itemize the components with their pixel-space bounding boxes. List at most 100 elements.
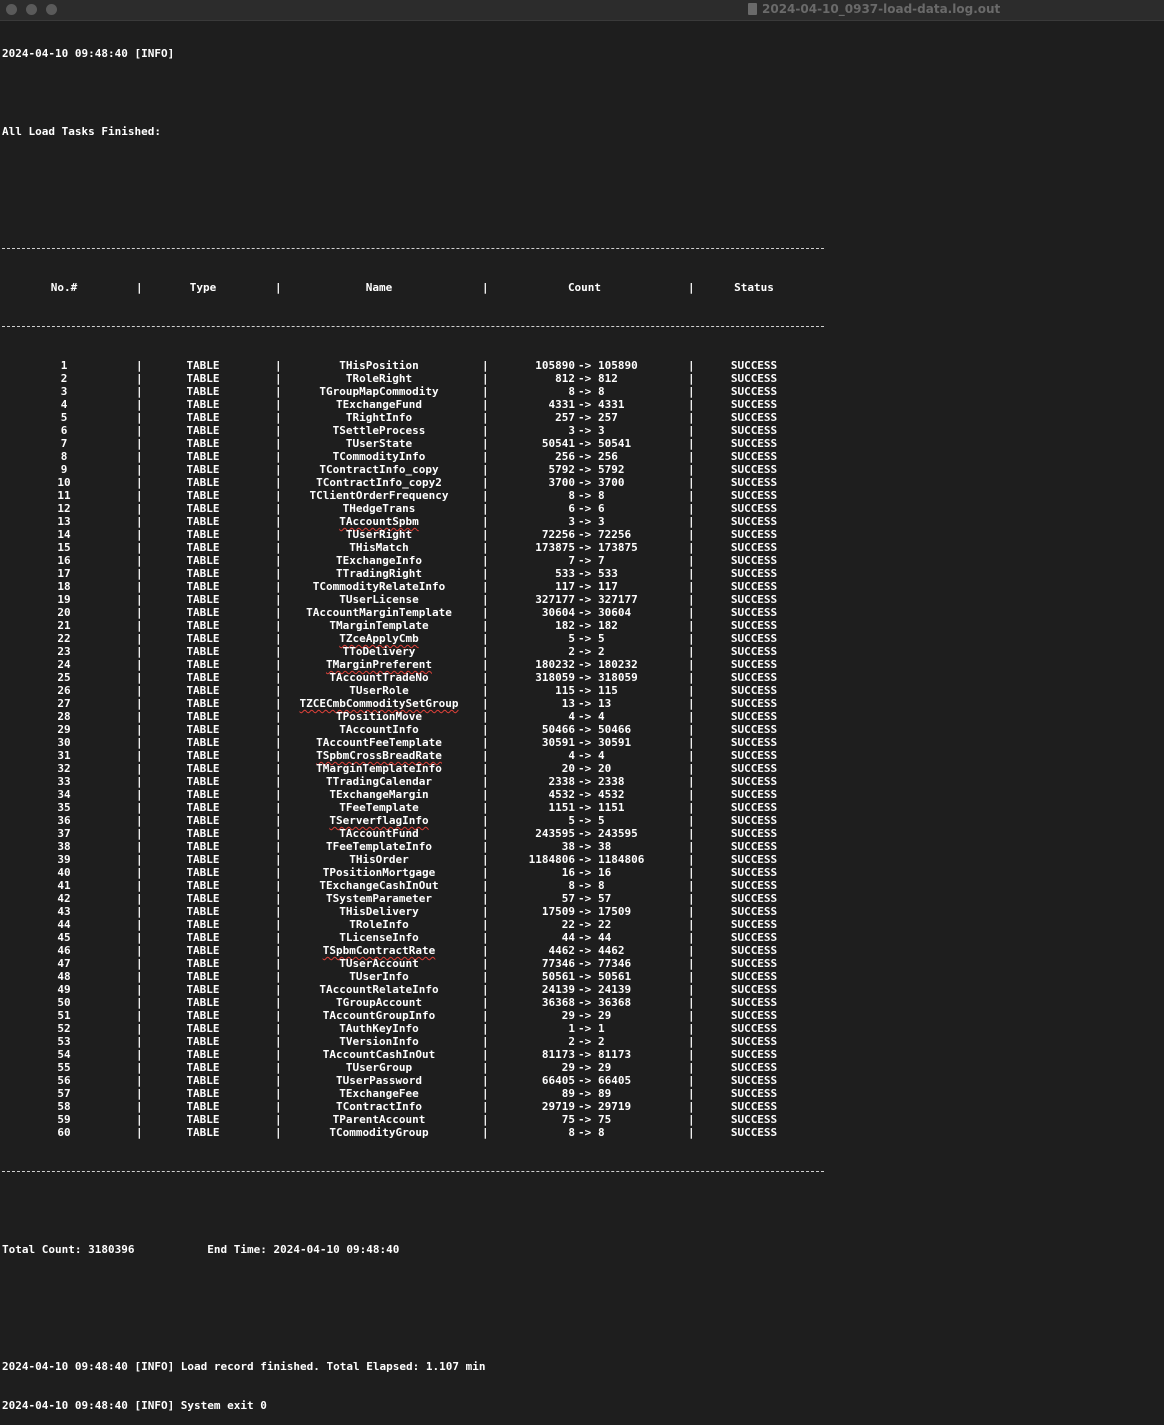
column-separator: | (688, 1035, 695, 1048)
count-target: 50541 (598, 437, 632, 450)
column-separator: | (688, 463, 695, 476)
count-arrow: -> (578, 788, 592, 801)
column-separator: | (136, 385, 143, 398)
row-no: 29 (57, 723, 71, 736)
count-arrow: -> (578, 424, 592, 437)
count-target: 7 (598, 554, 605, 567)
row-name: TContractInfo_copy (319, 463, 439, 476)
row-name: TSystemParameter (326, 892, 432, 905)
count-source: 5792 (548, 463, 576, 476)
column-separator: | (275, 463, 282, 476)
row-name: THisPosition (339, 359, 419, 372)
count-target: 8 (598, 1126, 605, 1139)
count-target: 20 (598, 762, 612, 775)
column-separator: | (275, 723, 282, 736)
count-source: 3700 (548, 476, 576, 489)
count-source: 17509 (541, 905, 575, 918)
row-status: SUCCESS (730, 1126, 778, 1139)
column-separator: | (482, 476, 489, 489)
header-status: Status (734, 281, 774, 294)
row-name: TAccountGroupInfo (322, 1009, 436, 1022)
column-separator: | (275, 1048, 282, 1061)
column-separator: | (688, 1113, 695, 1126)
row-status: SUCCESS (730, 736, 778, 749)
row-type: TABLE (186, 1113, 220, 1126)
table-row: 35 | TABLE | TFeeTemplate | 1151 -> 1151 | SUCCESS (2, 801, 1164, 814)
count-arrow: -> (578, 1100, 592, 1113)
table-row: 25 | TABLE | TAccountTradeNo | 318059 -> 318059 |… (2, 671, 1164, 684)
row-name: TMarginTemplateInfo (316, 762, 442, 775)
row-status: SUCCESS (730, 567, 778, 580)
row-status: SUCCESS (730, 697, 778, 710)
column-separator: | (688, 385, 695, 398)
zoom-button[interactable] (46, 4, 57, 15)
count-target: 89 (598, 1087, 612, 1100)
column-separator: | (275, 1087, 282, 1100)
column-separator: | (688, 697, 695, 710)
row-type: TABLE (186, 515, 220, 528)
column-separator: | (688, 554, 695, 567)
row-no: 10 (57, 476, 71, 489)
table-row: 43 | TABLE | THisDelivery | 17509 -> 17509 | SUCCE… (2, 905, 1164, 918)
row-type: TABLE (186, 866, 220, 879)
column-separator: | (482, 372, 489, 385)
row-status: SUCCESS (730, 905, 778, 918)
minimize-button[interactable] (26, 4, 37, 15)
count-target: 81173 (598, 1048, 632, 1061)
count-source: 1 (568, 1022, 575, 1035)
row-no: 1 (60, 359, 68, 372)
table-row: 41 | TABLE | TExchangeCashInOut | 8 -> 8 | SUCCESS (2, 879, 1164, 892)
row-no: 9 (60, 463, 68, 476)
table-row: 50 | TABLE | TGroupAccount | 36368 -> 36368 | SUCC… (2, 996, 1164, 1009)
row-status: SUCCESS (730, 645, 778, 658)
row-name: TSpbmCrossBreadRate (316, 749, 442, 762)
column-separator: | (482, 1022, 489, 1035)
row-no: 20 (57, 606, 71, 619)
count-target: 3 (598, 424, 605, 437)
table-row: 31 | TABLE | TSpbmCrossBreadRate | 4 -> 4 | SUCCES… (2, 749, 1164, 762)
count-source: 29 (561, 1009, 575, 1022)
row-no: 53 (57, 1035, 71, 1048)
row-type: TABLE (186, 775, 220, 788)
count-arrow: -> (578, 762, 592, 775)
table-row: 18 | TABLE | TCommodityRelateInfo | 117 -> 117 | S… (2, 580, 1164, 593)
row-name: TZCECmbCommoditySetGroup (299, 697, 459, 710)
count-arrow: -> (578, 957, 592, 970)
count-target: 1151 (598, 801, 625, 814)
column-separator: | (482, 892, 489, 905)
table-row: 21 | TABLE | TMarginTemplate | 182 -> 182 | SUCCES… (2, 619, 1164, 632)
column-separator: | (136, 814, 143, 827)
column-separator: | (275, 1100, 282, 1113)
table-row: 55 | TABLE | TUserGroup | 29 -> 29 | SUCCESS (2, 1061, 1164, 1074)
row-no: 3 (60, 385, 68, 398)
column-separator: | (688, 723, 695, 736)
count-arrow: -> (578, 632, 592, 645)
column-separator: | (482, 385, 489, 398)
row-name: TContractInfo_copy2 (316, 476, 442, 489)
row-no: 31 (57, 749, 71, 762)
row-name: TUserInfo (349, 970, 409, 983)
count-arrow: -> (578, 931, 592, 944)
count-source: 4 (568, 710, 575, 723)
column-separator: | (136, 671, 143, 684)
count-arrow: -> (578, 411, 592, 424)
table-row: 9 | TABLE | TContractInfo_copy | 5792 -> 5792 | SU… (2, 463, 1164, 476)
row-type: TABLE (186, 1126, 220, 1139)
count-source: 173875 (535, 541, 575, 554)
column-separator: | (688, 1074, 695, 1087)
row-no: 45 (57, 931, 71, 944)
count-target: 44 (598, 931, 612, 944)
close-button[interactable] (6, 4, 17, 15)
column-separator: | (482, 437, 489, 450)
count-target: 22 (598, 918, 612, 931)
row-name: TAccountSpbm (339, 515, 419, 528)
column-separator: | (275, 762, 282, 775)
row-type: TABLE (186, 905, 220, 918)
terminal-output[interactable]: 2024-04-10 09:48:40 [INFO] All Load Task… (2, 21, 1164, 1425)
row-type: TABLE (186, 1035, 220, 1048)
column-separator: | (275, 632, 282, 645)
row-name: THisDelivery (339, 905, 419, 918)
table-row: 5 | TABLE | TRightInfo | 257 -> 257 | SUCCESS (2, 411, 1164, 424)
column-separator: | (688, 424, 695, 437)
